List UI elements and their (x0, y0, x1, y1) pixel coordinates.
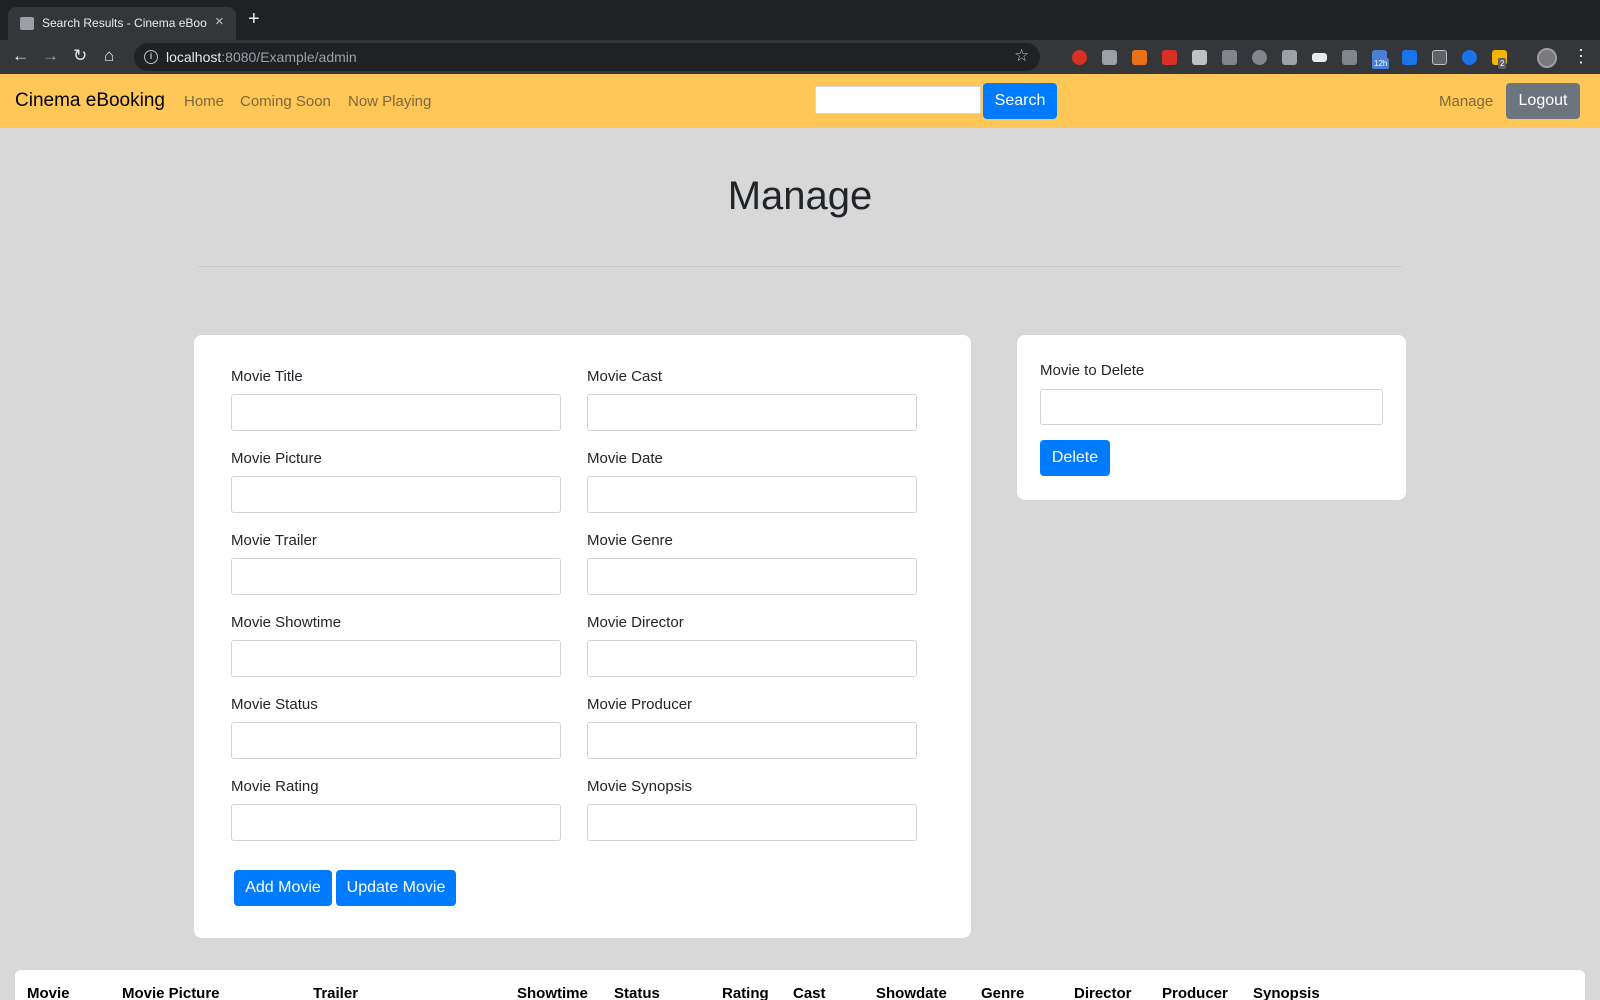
extension-drive-icon[interactable] (1102, 50, 1117, 65)
extension-clock-badge: 12h (1372, 58, 1390, 69)
address-bar[interactable]: i localhost:8080/Example/admin ☆ (134, 43, 1040, 71)
close-tab-icon[interactable]: × (215, 13, 224, 30)
extension-chart-icon[interactable] (1132, 50, 1147, 65)
home-icon[interactable]: ⌂ (104, 47, 114, 65)
extension-cs-icon[interactable] (1342, 50, 1357, 65)
movie-table: Movie Movie Picture Trailer Showtime Sta… (15, 970, 1585, 1000)
brand-link[interactable]: Cinema eBooking (15, 90, 165, 112)
movie-title-input[interactable] (231, 394, 561, 431)
label-movie-showtime: Movie Showtime (231, 614, 342, 631)
extension-player-icon[interactable] (1222, 50, 1237, 65)
movie-showtime-input[interactable] (231, 640, 561, 677)
th-rating: Rating (722, 985, 769, 1000)
nav-now-playing[interactable]: Now Playing (348, 93, 431, 110)
update-movie-button[interactable]: Update Movie (336, 870, 456, 906)
extension-translate-icon[interactable] (1282, 50, 1297, 65)
label-movie-rating: Movie Rating (231, 778, 319, 795)
extension-notes-badge: 2 (1498, 58, 1507, 69)
browser-toolbar: ← → ↻ ⌂ i localhost:8080/Example/admin ☆… (0, 40, 1600, 74)
movie-genre-input[interactable] (587, 558, 917, 595)
movie-rating-input[interactable] (231, 804, 561, 841)
bookmark-star-icon[interactable]: ☆ (1014, 46, 1029, 66)
label-movie-producer: Movie Producer (587, 696, 693, 713)
movie-director-input[interactable] (587, 640, 917, 677)
nav-manage[interactable]: Manage (1439, 93, 1493, 110)
movie-date-input[interactable] (587, 476, 917, 513)
extension-coin-icon[interactable] (1252, 50, 1267, 65)
movie-cast-input[interactable] (587, 394, 917, 431)
heading-divider (198, 266, 1402, 267)
info-icon[interactable]: i (144, 50, 158, 64)
delete-movie-card: Movie to Delete Delete (1017, 335, 1406, 500)
clapperboard-icon (20, 17, 34, 30)
nav-coming-soon[interactable]: Coming Soon (240, 93, 331, 110)
reload-icon[interactable]: ↻ (73, 47, 87, 65)
movie-picture-input[interactable] (231, 476, 561, 513)
th-movie-picture: Movie Picture (122, 985, 220, 1000)
browser-tab[interactable]: Search Results - Cinema eBook × (8, 7, 236, 40)
label-movie-picture: Movie Picture (231, 450, 322, 467)
label-movie-cast: Movie Cast (587, 368, 663, 385)
label-movie-status: Movie Status (231, 696, 318, 713)
extension-book-icon[interactable] (1192, 50, 1207, 65)
movie-to-delete-input[interactable] (1040, 389, 1383, 425)
movie-producer-input[interactable] (587, 722, 917, 759)
label-movie-date: Movie Date (587, 450, 663, 467)
url-path: :8080/Example/admin (221, 49, 357, 65)
extension-video-icon[interactable] (1162, 50, 1177, 65)
profile-avatar[interactable] (1537, 48, 1557, 68)
url-host: localhost (166, 49, 222, 65)
th-showtime: Showtime (517, 985, 588, 1000)
th-director: Director (1074, 985, 1132, 1000)
extension-shield-icon[interactable] (1462, 50, 1477, 65)
th-synopsis: Synopsis (1253, 985, 1320, 1000)
extension-laptop-icon[interactable] (1312, 53, 1327, 62)
new-tab-button[interactable]: + (248, 9, 260, 29)
add-movie-button[interactable]: Add Movie (234, 870, 332, 906)
back-icon[interactable]: ← (12, 47, 29, 65)
nav-home[interactable]: Home (184, 93, 224, 110)
page-title: Manage (727, 174, 873, 218)
label-movie-to-delete: Movie to Delete (1040, 362, 1145, 379)
browser-tabstrip: Search Results - Cinema eBook × + (0, 0, 1600, 40)
label-movie-synopsis: Movie Synopsis (587, 778, 693, 795)
th-cast: Cast (793, 985, 826, 1000)
tab-title: Search Results - Cinema eBook (42, 16, 207, 30)
th-status: Status (614, 985, 660, 1000)
th-genre: Genre (981, 985, 1025, 1000)
th-showdate: Showdate (876, 985, 947, 1000)
label-movie-title: Movie Title (231, 368, 303, 385)
movie-status-input[interactable] (231, 722, 561, 759)
logout-button[interactable]: Logout (1506, 83, 1580, 119)
th-movie: Movie (27, 985, 70, 1000)
delete-button[interactable]: Delete (1040, 440, 1110, 476)
browser-menu-icon[interactable]: ⋮ (1572, 44, 1590, 68)
search-input[interactable] (815, 86, 981, 114)
forward-icon[interactable]: → (42, 47, 59, 65)
site-navbar: Cinema eBooking Home Coming Soon Now Pla… (0, 74, 1600, 128)
label-movie-trailer: Movie Trailer (231, 532, 317, 549)
url-text[interactable]: localhost:8080/Example/admin (166, 49, 357, 65)
th-producer: Producer (1162, 985, 1228, 1000)
extension-stop-icon[interactable] (1072, 50, 1087, 65)
movie-form-card: Movie Title Movie Picture Movie Trailer … (194, 335, 971, 938)
th-trailer: Trailer (313, 985, 359, 1000)
search-button[interactable]: Search (983, 83, 1057, 119)
movie-trailer-input[interactable] (231, 558, 561, 595)
extension-glasses-icon[interactable] (1432, 50, 1447, 65)
label-movie-genre: Movie Genre (587, 532, 673, 549)
movie-synopsis-input[interactable] (587, 804, 917, 841)
extension-calendar-icon[interactable] (1402, 50, 1417, 65)
label-movie-director: Movie Director (587, 614, 684, 631)
